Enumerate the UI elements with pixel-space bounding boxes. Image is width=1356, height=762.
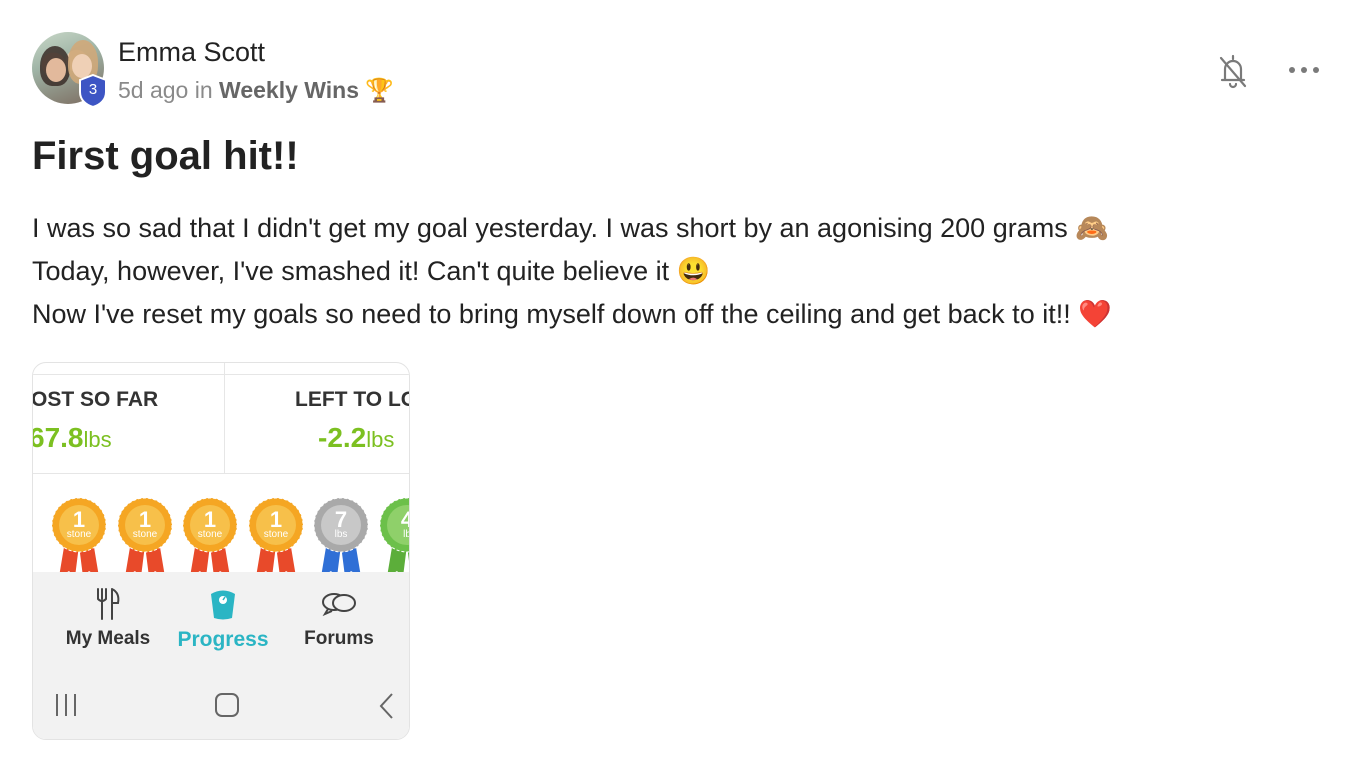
stat-left-value: -2.2lbs [318, 422, 394, 454]
post-meta: 5d ago in Weekly Wins 🏆 [118, 77, 394, 104]
tab-label: Progress [177, 628, 269, 651]
stat-lost-label: OST SO FAR [32, 388, 159, 411]
more-horizontal-icon[interactable] [1287, 60, 1323, 80]
medal-badge: 1 stone [182, 497, 238, 573]
stats-top-divider [33, 363, 409, 375]
level-number: 3 [88, 81, 98, 98]
attached-image[interactable]: OST SO FAR 67.8lbs LEFT TO LO -2.2lbs 1s… [32, 362, 410, 740]
stat-left-label: LEFT TO LO [295, 388, 410, 411]
stat-left-number: -2.2 [318, 422, 367, 453]
stats-bottom-divider [33, 473, 409, 474]
bell-slash-icon[interactable] [1216, 52, 1250, 90]
stat-lost-unit: lbs [83, 427, 112, 452]
tab-progress[interactable]: Progress [168, 582, 278, 652]
stat-lost-number: 67.8 [32, 422, 84, 453]
medal-badge: 4lb [379, 497, 410, 573]
recent-apps-icon[interactable] [53, 692, 79, 723]
tab-my-meals[interactable]: My Meals [53, 582, 163, 650]
medal-row: 1stone1stone1stone1stone7lbs4lb [33, 497, 410, 573]
tab-label: Forums [304, 628, 374, 649]
author-name[interactable]: Emma Scott [118, 37, 265, 68]
medal-unit: lb [403, 529, 410, 540]
trophy-icon: 🏆 [365, 77, 395, 103]
medal-badge: 1 stone [51, 497, 107, 573]
level-badge: 3 [78, 74, 108, 108]
space-link[interactable]: Weekly Wins [219, 77, 359, 103]
medal-unit: stone [198, 529, 223, 540]
tab-label: My Meals [65, 628, 151, 649]
android-nav-bar [33, 682, 409, 732]
post-line: Now I've reset my goals so need to bring… [32, 299, 1112, 329]
community-post: 3 Emma Scott 5d ago in Weekly Wins 🏆 Fir… [0, 0, 1356, 762]
medal-badge: 1 stone [117, 497, 173, 573]
medal-unit: stone [132, 529, 157, 540]
medal-badge: 7 lbs [313, 497, 369, 573]
post-time: 5d ago [118, 77, 189, 103]
app-tab-bar: My Meals Progress Forums [33, 572, 409, 739]
stat-lost-value: 67.8lbs [32, 422, 112, 454]
tab-forums[interactable]: Forums [284, 582, 394, 650]
post-title: First goal hit!! [32, 134, 299, 178]
post-body: I was so sad that I didn't get my goal y… [32, 207, 1112, 336]
stat-left-unit: lbs [366, 427, 395, 452]
stats-divider [224, 363, 225, 473]
fork-knife-icon [53, 582, 163, 626]
meta-in: in [194, 77, 213, 103]
post-line: Today, however, I've smashed it! Can't q… [32, 256, 711, 286]
chat-bubbles-icon [284, 582, 394, 626]
medal-unit: lbs [335, 529, 348, 540]
medal-unit: stone [67, 529, 92, 540]
home-icon[interactable] [214, 692, 240, 723]
back-icon[interactable] [377, 692, 397, 725]
scale-icon [168, 582, 278, 626]
post-line: I was so sad that I didn't get my goal y… [32, 213, 1109, 243]
medal-unit: stone [263, 529, 288, 540]
medal-badge: 1 stone [248, 497, 304, 573]
